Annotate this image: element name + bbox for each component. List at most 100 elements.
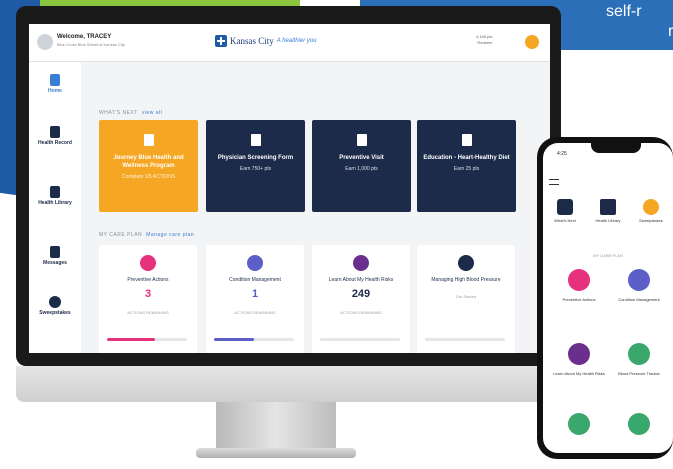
- card-title: Preventive Visit: [339, 155, 384, 161]
- monitor-chin: [16, 366, 561, 402]
- mobile-card-title: Condition Management: [618, 297, 660, 302]
- plan-subtitle: ACTIONS REMAINING: [234, 310, 276, 315]
- progress-fill: [107, 338, 155, 341]
- checklist-icon: [140, 255, 156, 271]
- sidebar-item-label: Messages: [43, 260, 67, 266]
- care-plan-heading: MY CARE PLAN Manage care plan: [99, 232, 194, 238]
- card-subtitle: Earn 25 pts: [453, 166, 480, 172]
- mobile-care-card[interactable]: Preventive Actions: [551, 261, 607, 331]
- whats-next-card[interactable]: Education - Heart-Healthy Diet Earn 25 p…: [417, 120, 516, 212]
- mobile-nav-label: What's Next: [554, 218, 576, 223]
- mobile-nav-health-library[interactable]: Health Library: [588, 199, 628, 223]
- care-plan-card[interactable]: Condition Management 1 ACTIONS REMAINING: [206, 245, 304, 353]
- brand-logo: Kansas City A healthier you: [215, 35, 317, 47]
- progress-bar: [214, 338, 294, 341]
- heart-icon: [247, 255, 263, 271]
- sidebar-item-label: Health Library: [38, 200, 72, 206]
- progress-fill: [214, 338, 254, 341]
- stethoscope-icon: [250, 134, 261, 146]
- whats-next-label: WHAT'S NEXT: [99, 110, 138, 116]
- sidebar-item-home[interactable]: Home: [29, 74, 81, 94]
- desktop-app-screen: Welcome, TRACEY Blue Cross Blue Shield o…: [29, 24, 550, 353]
- clipboard-icon: [356, 134, 367, 146]
- plan-title: Managing High Blood Pressure: [431, 277, 501, 283]
- card-subtitle: Earn 750+ pts: [239, 166, 272, 172]
- manage-care-plan-link[interactable]: Manage care plan: [146, 232, 194, 238]
- plan-title: Learn About My Health Risks: [328, 277, 394, 283]
- welcome-subtitle: Blue Cross Blue Shield of Kansas City: [57, 42, 125, 47]
- blue-cross-icon: [215, 35, 227, 47]
- sidebar-item-messages[interactable]: Messages: [29, 246, 81, 266]
- checklist-icon: [568, 269, 590, 291]
- plan-subtitle: Get Started: [455, 294, 477, 299]
- book-icon: [353, 255, 369, 271]
- mobile-nav-sweepstakes[interactable]: Sweepstakes: [631, 199, 671, 223]
- sidebar: Home Health Record Health Library Messag…: [29, 62, 81, 353]
- plan-title: Preventive Actions: [127, 277, 169, 283]
- chart-icon: [568, 413, 590, 435]
- book-icon: [50, 186, 60, 198]
- care-plan-card[interactable]: Managing High Blood Pressure Get Started: [417, 245, 515, 353]
- rocket-icon: [557, 199, 573, 215]
- clipboard-icon: [50, 126, 60, 138]
- mobile-app-screen: 4:25 What's Next Health Library Sweepsta…: [543, 143, 673, 453]
- plan-subtitle: ACTIONS REMAINING: [340, 310, 382, 315]
- mobile-nav-whats-next[interactable]: What's Next: [545, 199, 585, 223]
- mobile-care-card[interactable]: Learn About My Health Risks: [551, 335, 607, 405]
- mobile-card-title: Preventive Actions: [562, 297, 596, 302]
- mobile-care-card[interactable]: Condition Management: [611, 261, 667, 331]
- book-icon: [568, 343, 590, 365]
- rewards-coin-icon[interactable]: [525, 35, 539, 49]
- points-balance: 4,165 pts Redeem: [476, 34, 492, 46]
- document-icon: [143, 134, 154, 146]
- plan-title: Condition Management: [229, 277, 281, 283]
- app-header: Welcome, TRACEY Blue Cross Blue Shield o…: [29, 24, 550, 62]
- care-plan-card[interactable]: Learn About My Health Risks 249 ACTIONS …: [312, 245, 410, 353]
- hamburger-menu-icon[interactable]: [549, 179, 559, 185]
- sidebar-item-sweepstakes[interactable]: Sweepstakes: [29, 296, 81, 316]
- whats-next-card[interactable]: Physician Screening Form Earn 750+ pts: [206, 120, 305, 212]
- gauge-icon: [458, 255, 474, 271]
- redeem-link[interactable]: Redeem: [476, 40, 492, 46]
- corner-caption: self-r r: [606, 2, 673, 42]
- book-icon: [461, 134, 472, 146]
- monitor-stand-neck: [216, 402, 336, 450]
- monitor-stand-foot: [196, 448, 356, 458]
- sidebar-item-health-record[interactable]: Health Record: [29, 126, 81, 146]
- sidebar-item-label: Sweepstakes: [39, 310, 71, 316]
- progress-bar: [107, 338, 187, 341]
- card-title: Journey Blue Health and Wellness Program: [113, 155, 184, 169]
- mobile-nav-label: Sweepstakes: [639, 218, 663, 223]
- envelope-icon: [50, 246, 60, 258]
- mobile-card-title: Learn About My Health Risks: [553, 371, 605, 376]
- star-icon: [643, 199, 659, 215]
- sidebar-item-health-library[interactable]: Health Library: [29, 186, 81, 206]
- star-icon: [49, 296, 61, 308]
- whats-next-card[interactable]: Preventive Visit Earn 1,000 pts: [312, 120, 411, 212]
- whats-next-view-all-link[interactable]: view all: [142, 110, 162, 116]
- brand-name: Kansas City: [230, 36, 274, 46]
- card-title: Physician Screening Form: [217, 155, 294, 161]
- sidebar-item-label: Home: [48, 88, 62, 94]
- welcome-text: Welcome, TRACEY: [57, 34, 112, 40]
- progress-bar: [320, 338, 400, 341]
- utensils-icon: [628, 413, 650, 435]
- whats-next-heading: WHAT'S NEXT view all: [99, 110, 162, 116]
- brand-tagline: A healthier you: [276, 38, 317, 44]
- care-plan-label: MY CARE PLAN: [99, 232, 143, 238]
- mobile-card-title: Blood Pressure Tracker: [618, 371, 660, 376]
- card-subtitle: Earn 1,000 pts: [345, 166, 378, 172]
- home-icon: [50, 74, 60, 86]
- progress-bar: [425, 338, 505, 341]
- mobile-section-label: MY CARE PLAN: [593, 253, 623, 258]
- whats-next-card[interactable]: Journey Blue Health and Wellness Program…: [99, 120, 198, 212]
- corner-caption-line-1: self-r: [606, 3, 642, 20]
- avatar[interactable]: [37, 34, 53, 50]
- care-plan-card[interactable]: Preventive Actions 3 ACTIONS REMAINING: [99, 245, 197, 353]
- mobile-care-card[interactable]: [611, 405, 667, 453]
- mobile-care-card[interactable]: [551, 405, 607, 453]
- chart-icon: [628, 343, 650, 365]
- plan-count: 249: [351, 288, 371, 300]
- mobile-care-card[interactable]: Blood Pressure Tracker: [611, 335, 667, 405]
- status-time: 4:25: [557, 151, 567, 157]
